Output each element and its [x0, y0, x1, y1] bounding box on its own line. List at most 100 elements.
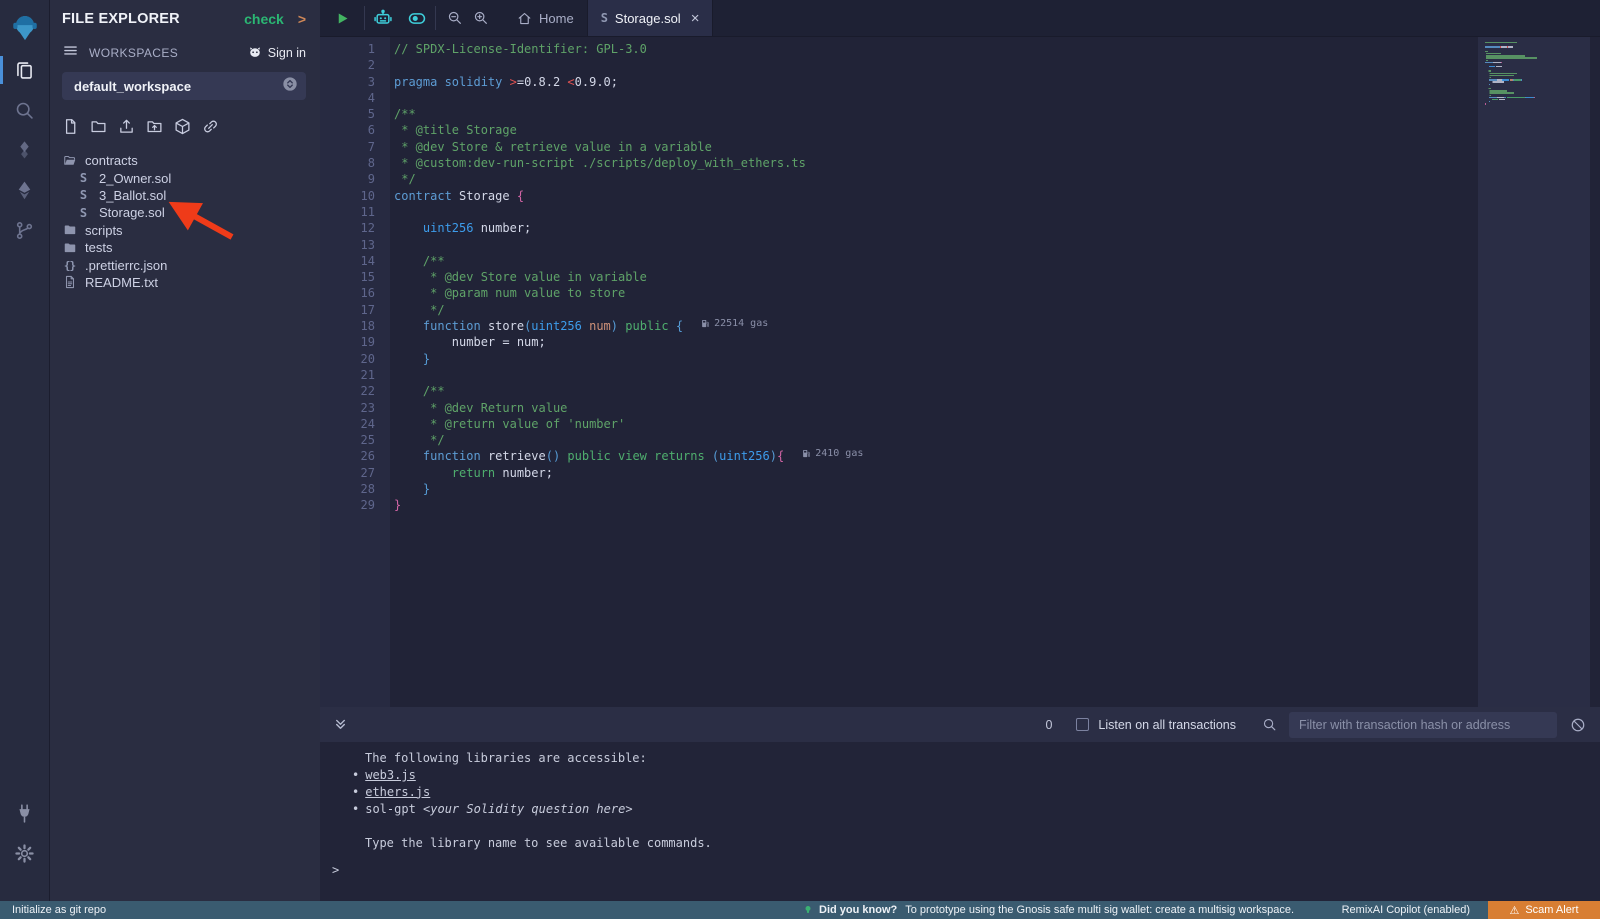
copilot-toggle[interactable]: [399, 0, 435, 36]
code-text: * @param num value to store: [375, 285, 625, 301]
zoom-in-button[interactable]: [468, 0, 494, 36]
line-number: 27: [320, 465, 375, 481]
line-number: 6: [320, 122, 375, 138]
code-text: * @title Storage: [375, 122, 517, 138]
terminal-search-icon[interactable]: [1262, 717, 1277, 732]
tree-item-scripts[interactable]: scripts: [50, 222, 320, 239]
code-text: pragma solidity >=0.8.2 <0.9.0;: [375, 74, 618, 90]
collapse-terminal-icon[interactable]: [334, 718, 347, 731]
code-line: 17 */: [320, 302, 1478, 318]
tree-item-3-ballot-sol[interactable]: S3_Ballot.sol: [50, 187, 320, 204]
workspace-select[interactable]: default_workspace: [62, 72, 306, 100]
code-line: 10contract Storage {: [320, 188, 1478, 204]
tree-item-label: .prettierrc.json: [85, 258, 167, 273]
scam-alert-button[interactable]: ⚠ Scam Alert: [1488, 901, 1600, 919]
sol-icon: S: [76, 188, 91, 203]
line-number: 26: [320, 448, 375, 464]
tab-home[interactable]: Home: [504, 0, 587, 36]
terminal-prompt[interactable]: >: [320, 862, 1600, 879]
minimap-line: [1485, 51, 1590, 52]
code-line: 20 }: [320, 351, 1478, 367]
line-number: 29: [320, 497, 375, 513]
line-number: 14: [320, 253, 375, 269]
sign-in-button[interactable]: Sign in: [247, 45, 306, 62]
minimap-line: [1485, 70, 1590, 71]
minimap-line: [1485, 66, 1590, 67]
code-line: 3pragma solidity >=0.8.2 <0.9.0;: [320, 74, 1478, 90]
code-text: /**: [375, 383, 445, 399]
minimap-line: [1485, 77, 1590, 78]
code-text: return number;: [375, 465, 553, 481]
zoom-out-button[interactable]: [442, 0, 468, 36]
line-number: 5: [320, 106, 375, 122]
tree-item-contracts[interactable]: contracts: [50, 152, 320, 169]
expand-panel-chevron-icon[interactable]: >: [298, 11, 306, 27]
tree-item-tests[interactable]: tests: [50, 239, 320, 256]
home-icon: [517, 11, 532, 26]
plugin-manager-icon[interactable]: [0, 793, 50, 833]
tree-item--prettierrc-json[interactable]: {}.prettierrc.json: [50, 256, 320, 273]
link-icon[interactable]: [202, 118, 219, 140]
tree-item-readme-txt[interactable]: README.txt: [50, 274, 320, 291]
line-number: 13: [320, 237, 375, 253]
line-number: 21: [320, 367, 375, 383]
code-text: * @dev Store & retrieve value in a varia…: [375, 139, 712, 155]
code-text: */: [375, 171, 416, 187]
minimap-line: [1485, 68, 1590, 69]
terminal-link[interactable]: ethers.js: [365, 785, 430, 799]
code-text: [375, 204, 394, 220]
clear-terminal-icon[interactable]: [1570, 717, 1586, 733]
minimap-line: [1485, 86, 1590, 87]
code-line: 24 * @return value of 'number': [320, 416, 1478, 432]
solidity-compiler-icon[interactable]: [0, 130, 50, 170]
line-number: 22: [320, 383, 375, 399]
minimap-line: [1485, 73, 1590, 74]
ipfs-cube-icon[interactable]: [174, 118, 191, 140]
code-text: /**: [375, 253, 445, 269]
code-line: 9 */: [320, 171, 1478, 187]
upload-folder-icon[interactable]: [146, 118, 163, 140]
minimap[interactable]: [1478, 37, 1590, 707]
workspace-name: default_workspace: [74, 79, 191, 94]
search-icon[interactable]: [0, 90, 50, 130]
new-folder-icon[interactable]: [90, 118, 107, 140]
close-tab-icon[interactable]: ×: [691, 10, 700, 27]
main-area: Home S Storage.sol × 1// SPDX-License-Id…: [320, 0, 1600, 901]
terminal-filter-input[interactable]: [1289, 712, 1557, 738]
code-line: 6 * @title Storage: [320, 122, 1478, 138]
minimap-line: [1485, 81, 1590, 82]
git-icon[interactable]: [0, 210, 50, 250]
tab-storage-sol[interactable]: S Storage.sol ×: [587, 0, 714, 36]
run-script-button[interactable]: [320, 0, 364, 36]
sol-icon: S: [76, 205, 91, 220]
code-line: 18 function store(uint256 num) public {2…: [320, 318, 1478, 334]
line-number: 15: [320, 269, 375, 285]
copilot-status[interactable]: RemixAI Copilot (enabled): [1342, 904, 1470, 916]
panel-title: FILE EXPLORER: [62, 11, 180, 27]
line-number: 25: [320, 432, 375, 448]
line-number: 1: [320, 41, 375, 57]
new-file-icon[interactable]: [62, 118, 79, 140]
line-number: 9: [320, 171, 375, 187]
deploy-run-icon[interactable]: [0, 170, 50, 210]
code-text: [375, 367, 394, 383]
code-editor[interactable]: 1// SPDX-License-Identifier: GPL-3.023pr…: [320, 37, 1600, 707]
file-explorer-icon[interactable]: [0, 50, 50, 90]
listen-all-transactions-checkbox[interactable]: [1076, 718, 1089, 731]
tree-item-label: tests: [85, 240, 112, 255]
copilot-robot-icon[interactable]: [367, 0, 399, 36]
line-number: 17: [320, 302, 375, 318]
minimap-line: [1485, 49, 1590, 50]
upload-file-icon[interactable]: [118, 118, 135, 140]
workspace-sort-icon: [282, 76, 298, 97]
tree-item-2-owner-sol[interactable]: S2_Owner.sol: [50, 169, 320, 186]
settings-gear-icon[interactable]: [0, 833, 50, 873]
tree-item-label: Storage.sol: [99, 205, 165, 220]
tree-item-storage-sol[interactable]: S Storage.sol: [50, 204, 320, 221]
git-init-button[interactable]: Initialize as git repo: [12, 904, 106, 916]
code-line: 28 }: [320, 481, 1478, 497]
terminal-link[interactable]: web3.js: [365, 768, 416, 782]
workspace-menu-icon[interactable]: [62, 43, 79, 63]
terminal: 0 Listen on all transactions The followi…: [320, 707, 1600, 901]
did-you-know-tip: Did you know? To prototype using the Gno…: [803, 904, 1294, 916]
